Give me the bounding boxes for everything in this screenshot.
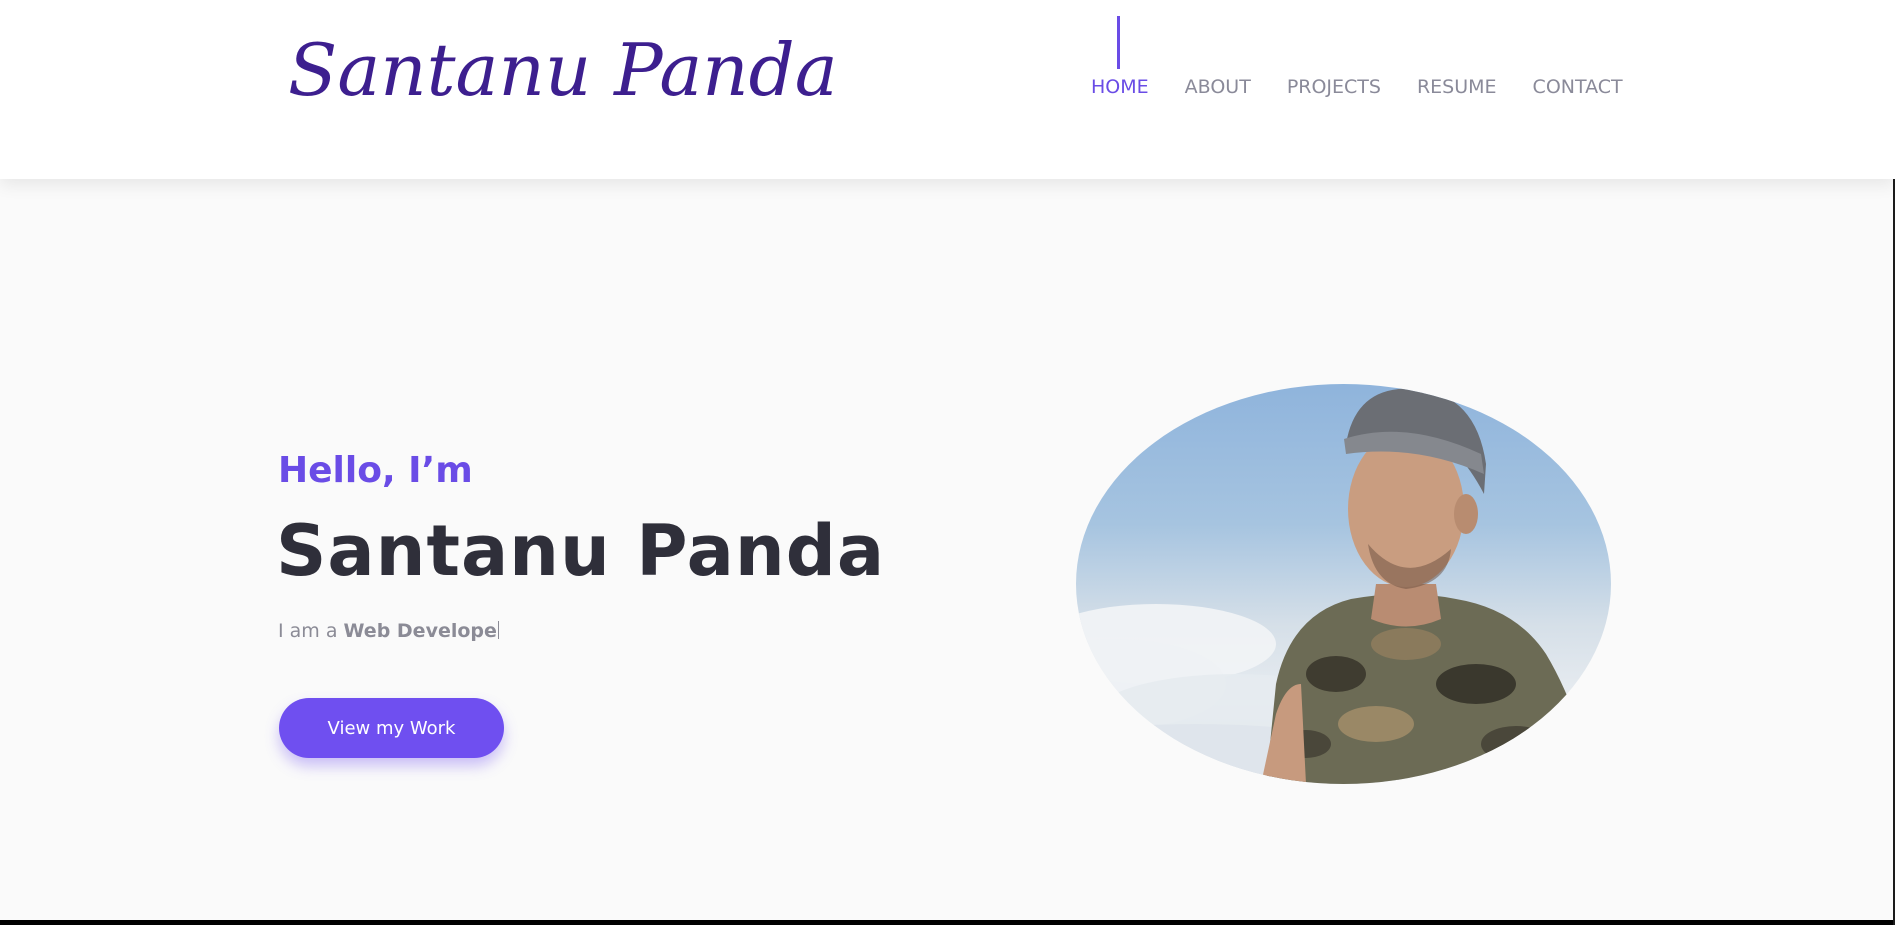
site-logo[interactable]: Santanu Panda [288, 34, 838, 106]
nav-item-contact[interactable]: CONTACT [1533, 78, 1623, 97]
role-prefix: I am a [278, 620, 344, 642]
site-header: Santanu Panda HOME ABOUT PROJECTS RESUME… [0, 0, 1895, 179]
portrait-illustration [1076, 384, 1611, 784]
main-nav: HOME ABOUT PROJECTS RESUME CONTACT [1091, 78, 1623, 97]
hero-role: I am a Web Develope [278, 620, 499, 642]
role-typed-text: Web Develope [343, 620, 497, 642]
page: Santanu Panda HOME ABOUT PROJECTS RESUME… [0, 0, 1895, 920]
nav-item-projects[interactable]: PROJECTS [1287, 78, 1381, 97]
view-work-button[interactable]: View my Work [279, 698, 504, 758]
nav-item-about[interactable]: ABOUT [1185, 78, 1251, 97]
nav-active-indicator [1117, 16, 1120, 69]
profile-photo [1076, 384, 1611, 784]
hero-name: Santanu Panda [276, 510, 886, 592]
nav-item-home[interactable]: HOME [1091, 78, 1149, 97]
nav-item-resume[interactable]: RESUME [1417, 78, 1497, 97]
hero-greeting: Hello, I’m [278, 450, 473, 491]
typing-caret [497, 621, 499, 639]
